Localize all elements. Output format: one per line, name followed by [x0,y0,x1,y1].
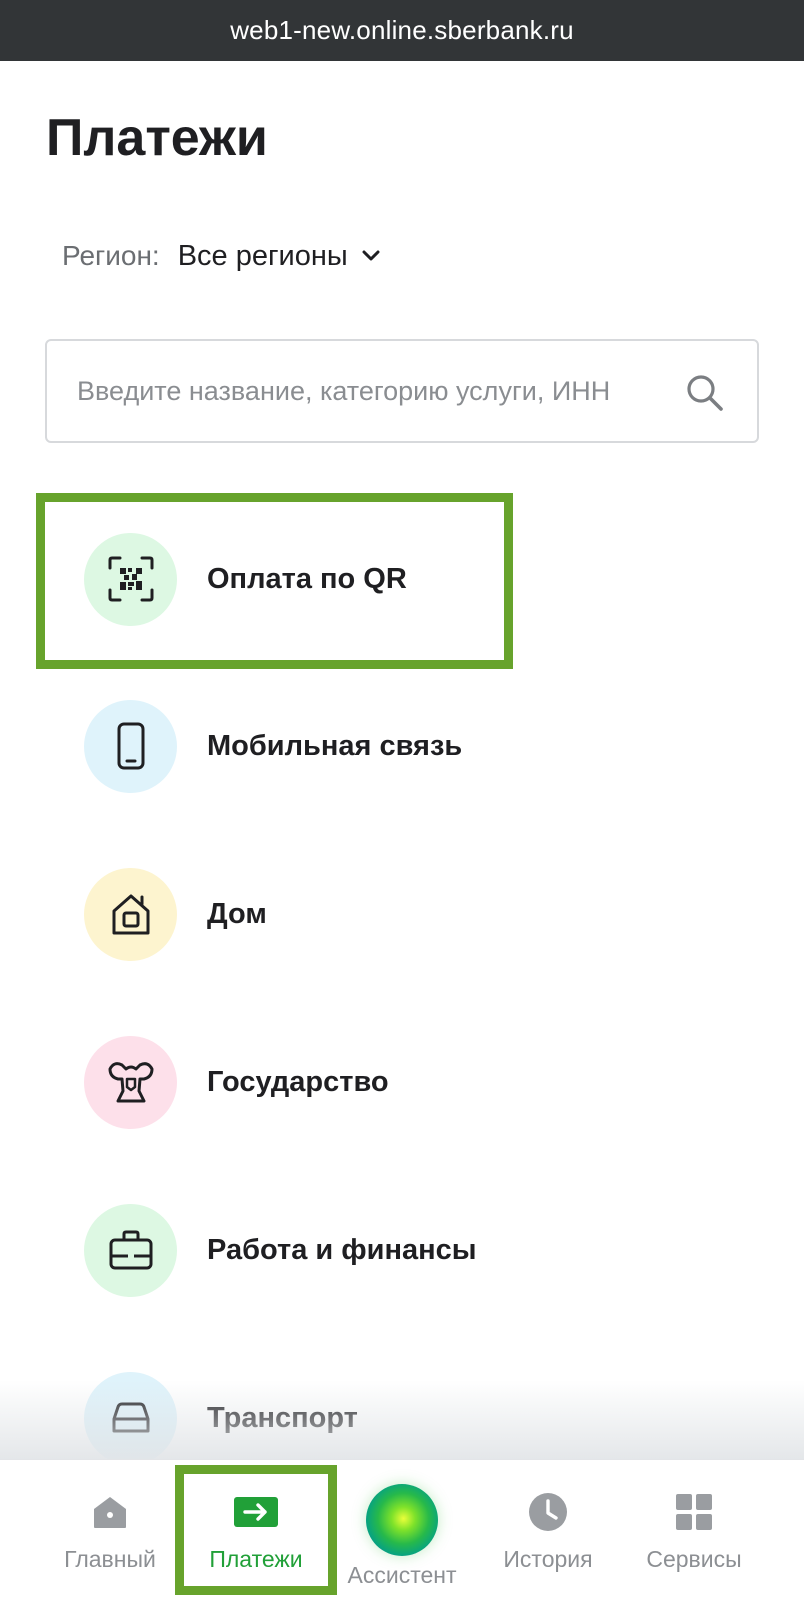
tab-label: Ассистент [347,1562,457,1588]
category-home[interactable]: Дом [84,867,784,961]
category-government[interactable]: Государство [84,1035,784,1129]
region-value: Все регионы [177,239,348,272]
page-title: Платежи [46,109,268,167]
car-icon [84,1371,177,1465]
browser-url-bar[interactable]: web1-new.online.sberbank.ru [0,0,804,61]
region-selector[interactable]: Регион: Все регионы [62,236,382,276]
category-label: Оплата по QR [207,562,407,595]
region-label: Регион: [62,240,160,271]
grid-icon [672,1490,716,1534]
tab-label: Сервисы [646,1546,742,1572]
category-work-finance[interactable]: Работа и финансы [84,1203,784,1297]
tab-assistant[interactable]: Ассистент [327,1460,477,1600]
bottom-tab-bar: Главный Платежи Ассистент История Сервис… [0,1459,804,1600]
category-qr-payment[interactable]: Оплата по QR [84,532,784,626]
tab-main[interactable]: Главный [35,1460,185,1600]
category-mobile[interactable]: Мобильная связь [84,699,784,793]
coat-of-arms-icon [84,1035,177,1129]
category-label: Работа и финансы [207,1233,477,1266]
qr-scan-icon [84,532,177,626]
clock-icon [526,1490,570,1534]
category-label: Государство [207,1065,389,1098]
search-icon[interactable] [685,373,725,413]
search-box [45,339,759,443]
payment-arrow-icon [234,1490,278,1534]
briefcase-icon [84,1203,177,1297]
tab-label: Платежи [209,1546,303,1572]
url-text: web1-new.online.sberbank.ru [230,15,574,45]
chevron-down-icon [360,245,382,267]
home-icon [88,1490,132,1534]
tab-label: Главный [64,1546,156,1572]
phone-icon [84,699,177,793]
tab-services[interactable]: Сервисы [619,1460,769,1600]
tab-history[interactable]: История [473,1460,623,1600]
assistant-orb-icon [366,1484,438,1556]
tab-label: История [503,1546,593,1572]
category-label: Дом [207,897,267,930]
category-label: Мобильная связь [207,729,463,762]
category-transport[interactable]: Транспорт [84,1371,784,1465]
home-icon [84,867,177,961]
category-label: Транспорт [207,1401,358,1434]
search-input[interactable] [77,341,697,441]
tab-payments[interactable]: Платежи [181,1460,331,1600]
